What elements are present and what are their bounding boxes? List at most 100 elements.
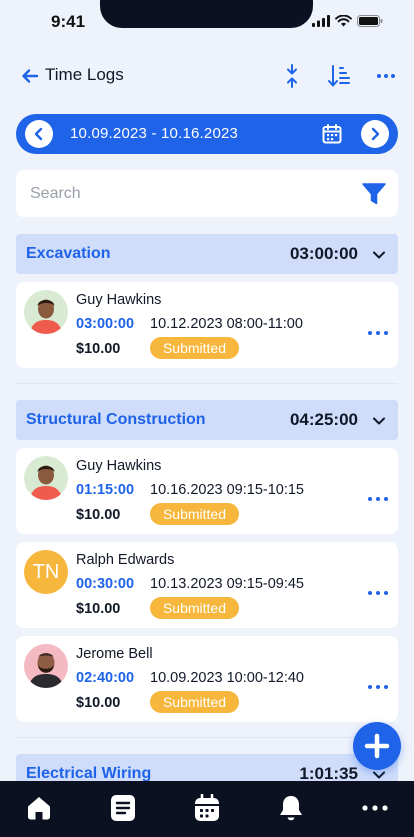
nav-calendar[interactable] xyxy=(192,793,222,823)
app-header: Time Logs xyxy=(0,60,414,92)
more-dot-icon xyxy=(376,591,380,595)
chevron-down-icon xyxy=(373,771,385,779)
status-icons xyxy=(312,15,383,27)
avatar-initials: TN xyxy=(24,550,68,594)
avatar xyxy=(24,456,68,500)
time-log-card[interactable]: Guy Hawkins 01:15:00 10.16.2023 09:15-10… xyxy=(16,448,398,534)
status-bar: 9:41 xyxy=(0,0,414,40)
filter-button[interactable] xyxy=(362,183,386,205)
next-week-button[interactable] xyxy=(361,120,389,148)
header-more-button[interactable] xyxy=(374,64,398,88)
previous-week-button[interactable] xyxy=(25,120,53,148)
log-amount: $10.00 xyxy=(76,507,121,523)
log-more-button[interactable] xyxy=(368,494,388,504)
avatar xyxy=(24,290,68,334)
more-dot-icon xyxy=(368,497,372,501)
group-header-excavation[interactable]: Excavation 03:00:00 xyxy=(16,234,398,274)
log-amount: $10.00 xyxy=(76,695,121,711)
calendar-icon xyxy=(195,794,219,821)
more-dot-icon xyxy=(376,497,380,501)
date-range-text: 10.09.2023 - 10.16.2023 xyxy=(70,125,239,142)
more-dot-icon xyxy=(384,331,388,335)
cellular-signal-icon xyxy=(312,15,330,27)
group-divider xyxy=(16,383,398,384)
nav-more[interactable] xyxy=(360,793,390,823)
collapse-arrows-icon xyxy=(287,64,297,88)
avatar xyxy=(24,644,68,688)
more-dot-icon xyxy=(384,497,388,501)
more-horizontal-icon xyxy=(377,74,395,78)
user-name: Ralph Edwards xyxy=(76,552,175,568)
user-name: Guy Hawkins xyxy=(76,292,162,308)
sort-descending-icon xyxy=(328,65,350,87)
log-more-button[interactable] xyxy=(368,328,388,338)
time-log-card[interactable]: TN Ralph Edwards 00:30:00 10.13.2023 09:… xyxy=(16,542,398,628)
chevron-left-icon xyxy=(34,127,43,141)
log-more-button[interactable] xyxy=(368,588,388,598)
date-picker-button[interactable] xyxy=(322,124,342,144)
group-name: Excavation xyxy=(26,245,111,262)
page-title: Time Logs xyxy=(45,65,124,84)
group-divider xyxy=(16,737,398,738)
user-name: Jerome Bell xyxy=(76,646,153,662)
more-horizontal-icon xyxy=(362,805,388,811)
chevron-right-icon xyxy=(371,127,380,141)
more-dot-icon xyxy=(384,685,388,689)
log-duration: 02:40:00 xyxy=(76,670,135,686)
sort-button[interactable] xyxy=(327,64,351,88)
log-duration: 00:30:00 xyxy=(76,576,135,592)
status-badge: Submitted xyxy=(150,337,239,359)
group-name: Structural Construction xyxy=(26,411,206,428)
log-date-time: 10.12.2023 08:00-11:00 xyxy=(150,316,303,332)
status-badge: Submitted xyxy=(150,691,239,713)
time-log-card[interactable]: Jerome Bell 02:40:00 10.09.2023 10:00-12… xyxy=(16,636,398,722)
status-time: 9:41 xyxy=(51,12,86,31)
home-icon xyxy=(28,797,50,820)
chevron-down-icon xyxy=(373,251,385,259)
log-date-time: 10.16.2023 09:15-10:15 xyxy=(150,482,304,498)
log-amount: $10.00 xyxy=(76,341,121,357)
add-time-log-button[interactable] xyxy=(353,722,401,770)
status-badge: Submitted xyxy=(150,597,239,619)
log-date-time: 10.13.2023 09:15-09:45 xyxy=(150,576,304,592)
nav-notifications[interactable] xyxy=(276,793,306,823)
log-date-time: 10.09.2023 10:00-12:40 xyxy=(150,670,304,686)
log-more-button[interactable] xyxy=(368,682,388,692)
status-badge: Submitted xyxy=(150,503,239,525)
nav-home[interactable] xyxy=(24,793,54,823)
log-duration: 03:00:00 xyxy=(76,316,135,332)
calendar-icon xyxy=(322,124,342,144)
more-dot-icon xyxy=(368,591,372,595)
bottom-navigation xyxy=(0,781,414,837)
date-range-bar: 10.09.2023 - 10.16.2023 xyxy=(16,114,398,154)
user-name: Guy Hawkins xyxy=(76,458,162,474)
bell-icon xyxy=(280,796,302,821)
group-total-time: 04:25:00 xyxy=(289,410,358,429)
more-dot-icon xyxy=(376,685,380,689)
log-amount: $10.00 xyxy=(76,601,121,617)
document-icon xyxy=(111,795,135,821)
more-dot-icon xyxy=(376,331,380,335)
more-dot-icon xyxy=(368,331,372,335)
more-dot-icon xyxy=(368,685,372,689)
chevron-down-icon xyxy=(373,417,385,425)
more-dot-icon xyxy=(384,591,388,595)
time-log-card[interactable]: Guy Hawkins 03:00:00 10.12.2023 08:00-11… xyxy=(16,282,398,368)
device-notch xyxy=(100,0,313,28)
search-input[interactable] xyxy=(30,170,350,217)
user-photo-icon xyxy=(24,456,68,500)
plus-icon xyxy=(364,733,390,759)
wifi-icon xyxy=(335,15,352,27)
search-box xyxy=(16,170,398,217)
user-photo-icon xyxy=(24,644,68,688)
collapse-all-button[interactable] xyxy=(280,64,304,88)
log-duration: 01:15:00 xyxy=(76,482,135,498)
user-photo-icon xyxy=(24,290,68,334)
arrow-left-icon xyxy=(22,69,39,83)
filter-funnel-icon xyxy=(362,183,386,205)
nav-documents[interactable] xyxy=(108,793,138,823)
battery-icon xyxy=(357,15,383,27)
group-header-structural-construction[interactable]: Structural Construction 04:25:00 xyxy=(16,400,398,440)
back-button[interactable] xyxy=(20,66,40,86)
group-total-time: 03:00:00 xyxy=(289,244,358,263)
